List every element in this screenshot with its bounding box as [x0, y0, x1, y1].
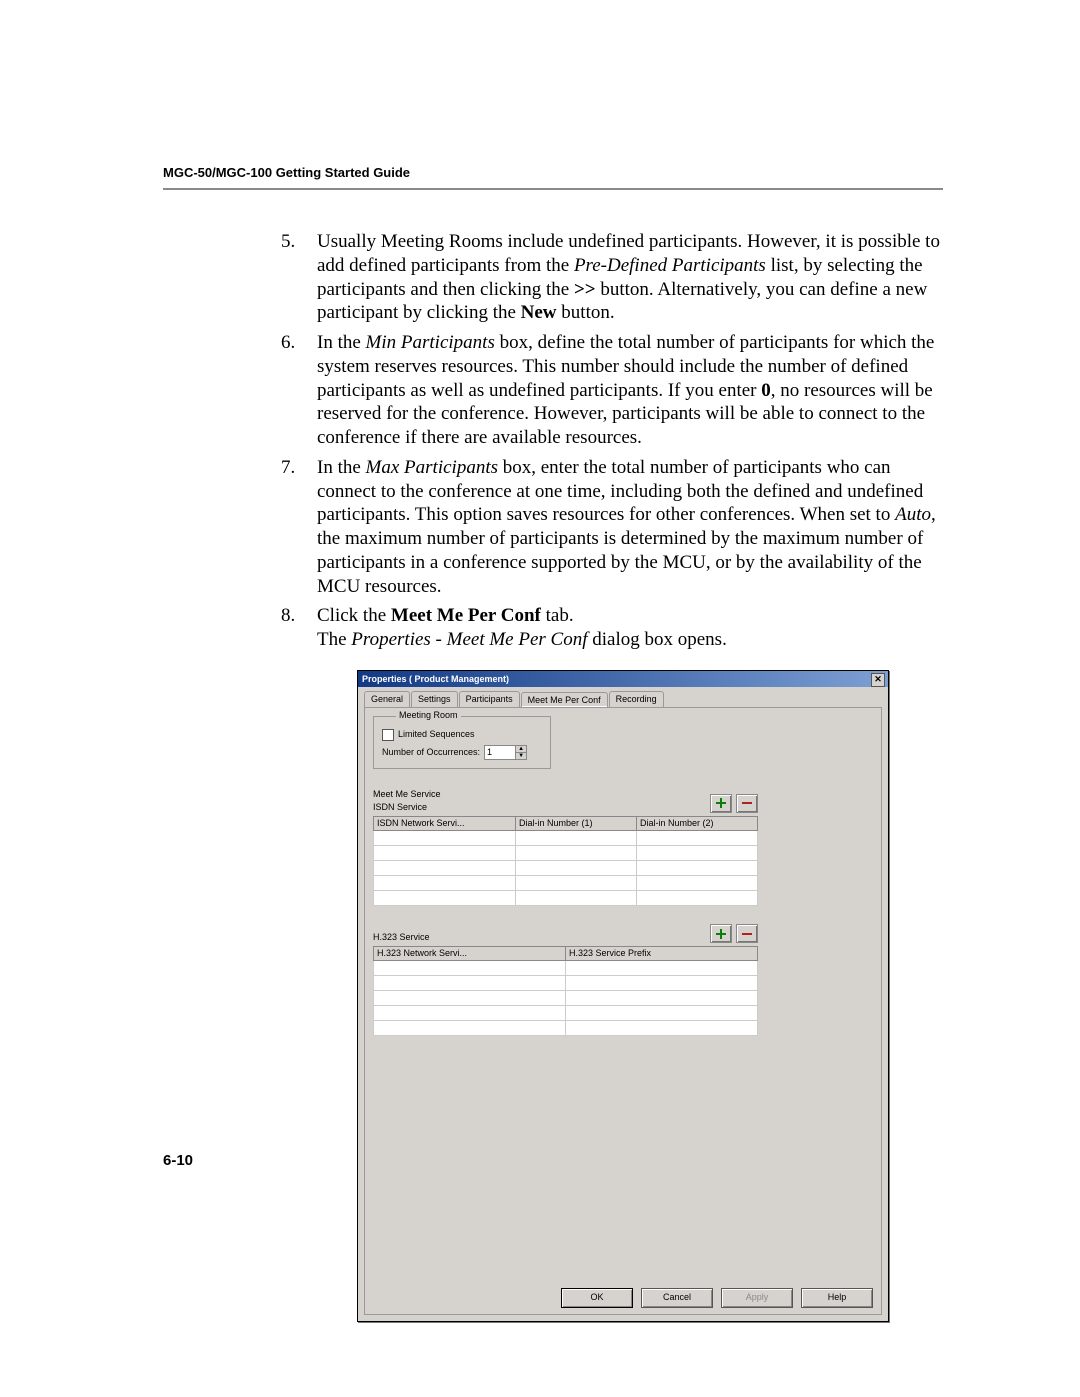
tab-meet-me-per-conf[interactable]: Meet Me Per Conf: [521, 692, 608, 708]
ok-button[interactable]: OK: [561, 1288, 633, 1308]
table-row[interactable]: [374, 961, 758, 976]
tabs-row: General Settings Participants Meet Me Pe…: [364, 691, 882, 707]
h323-col-0[interactable]: H.323 Network Servi...: [374, 947, 566, 961]
limited-sequences-label: Limited Sequences: [398, 729, 475, 740]
table-row[interactable]: [374, 861, 758, 876]
steps-list: Usually Meeting Rooms include undefined …: [277, 230, 943, 1322]
table-row[interactable]: [374, 876, 758, 891]
isdn-table[interactable]: ISDN Network Servi... Dial-in Number (1)…: [373, 816, 758, 906]
meeting-room-legend: Meeting Room: [396, 710, 461, 721]
page-header: MGC-50/MGC-100 Getting Started Guide: [163, 165, 943, 188]
dialog-title: Properties ( Product Management): [362, 674, 509, 684]
tab-settings[interactable]: Settings: [411, 691, 458, 707]
step-7: In the Max Participants box, enter the t…: [277, 456, 943, 599]
isdn-service-label: ISDN Service: [373, 802, 441, 813]
isdn-col-1[interactable]: Dial-in Number (1): [516, 816, 637, 830]
h323-table[interactable]: H.323 Network Servi... H.323 Service Pre…: [373, 946, 758, 1036]
meeting-room-group: Meeting Room Limited Sequences Number of…: [373, 716, 551, 769]
isdn-add-button[interactable]: [710, 794, 732, 813]
chevron-down-icon[interactable]: ▼: [515, 752, 526, 759]
dialog-titlebar: Properties ( Product Management) ✕: [358, 671, 888, 687]
occurrences-stepper[interactable]: ▲ ▼: [484, 745, 527, 760]
dialog-body: General Settings Participants Meet Me Pe…: [358, 687, 888, 1321]
help-button[interactable]: Help: [801, 1288, 873, 1308]
properties-dialog: Properties ( Product Management) ✕ Gener…: [357, 670, 889, 1322]
cancel-button[interactable]: Cancel: [641, 1288, 713, 1308]
header-rule: [163, 188, 943, 190]
close-icon[interactable]: ✕: [871, 673, 885, 687]
isdn-service-block: Meet Me Service ISDN Service: [373, 789, 758, 906]
table-row[interactable]: [374, 831, 758, 846]
h323-remove-button[interactable]: [736, 924, 758, 943]
h323-service-block: H.323 Service H.323 Network: [373, 924, 758, 1036]
table-row[interactable]: [374, 976, 758, 991]
isdn-col-2[interactable]: Dial-in Number (2): [637, 816, 758, 830]
h323-add-button[interactable]: [710, 924, 732, 943]
minus-icon: [742, 802, 752, 804]
step-6: In the Min Participants box, define the …: [277, 331, 943, 450]
dialog-buttons: OK Cancel Apply Help: [561, 1288, 873, 1308]
isdn-remove-button[interactable]: [736, 794, 758, 813]
plus-icon: [716, 798, 726, 808]
h323-col-1[interactable]: H.323 Service Prefix: [566, 947, 758, 961]
limited-sequences-checkbox[interactable]: [382, 729, 394, 741]
table-row[interactable]: [374, 846, 758, 861]
page-number: 6-10: [163, 1152, 193, 1169]
tab-general[interactable]: General: [364, 691, 410, 707]
isdn-col-0[interactable]: ISDN Network Servi...: [374, 816, 516, 830]
tab-recording[interactable]: Recording: [609, 691, 664, 707]
meet-me-service-label: Meet Me Service: [373, 789, 441, 800]
plus-icon: [716, 929, 726, 939]
step-8: Click the Meet Me Per Conf tab. The Prop…: [277, 604, 943, 1322]
body-content: Usually Meeting Rooms include undefined …: [277, 230, 943, 1322]
apply-button[interactable]: Apply: [721, 1288, 793, 1308]
tab-participants[interactable]: Participants: [459, 691, 520, 707]
tab-pane: Meeting Room Limited Sequences Number of…: [364, 707, 882, 1315]
minus-icon: [742, 933, 752, 935]
occurrences-input[interactable]: [485, 746, 515, 759]
table-row[interactable]: [374, 1006, 758, 1021]
h323-service-label: H.323 Service: [373, 932, 430, 943]
table-row[interactable]: [374, 1021, 758, 1036]
occurrences-label: Number of Occurrences:: [382, 747, 480, 758]
step-5: Usually Meeting Rooms include undefined …: [277, 230, 943, 325]
table-row[interactable]: [374, 991, 758, 1006]
table-row[interactable]: [374, 891, 758, 906]
